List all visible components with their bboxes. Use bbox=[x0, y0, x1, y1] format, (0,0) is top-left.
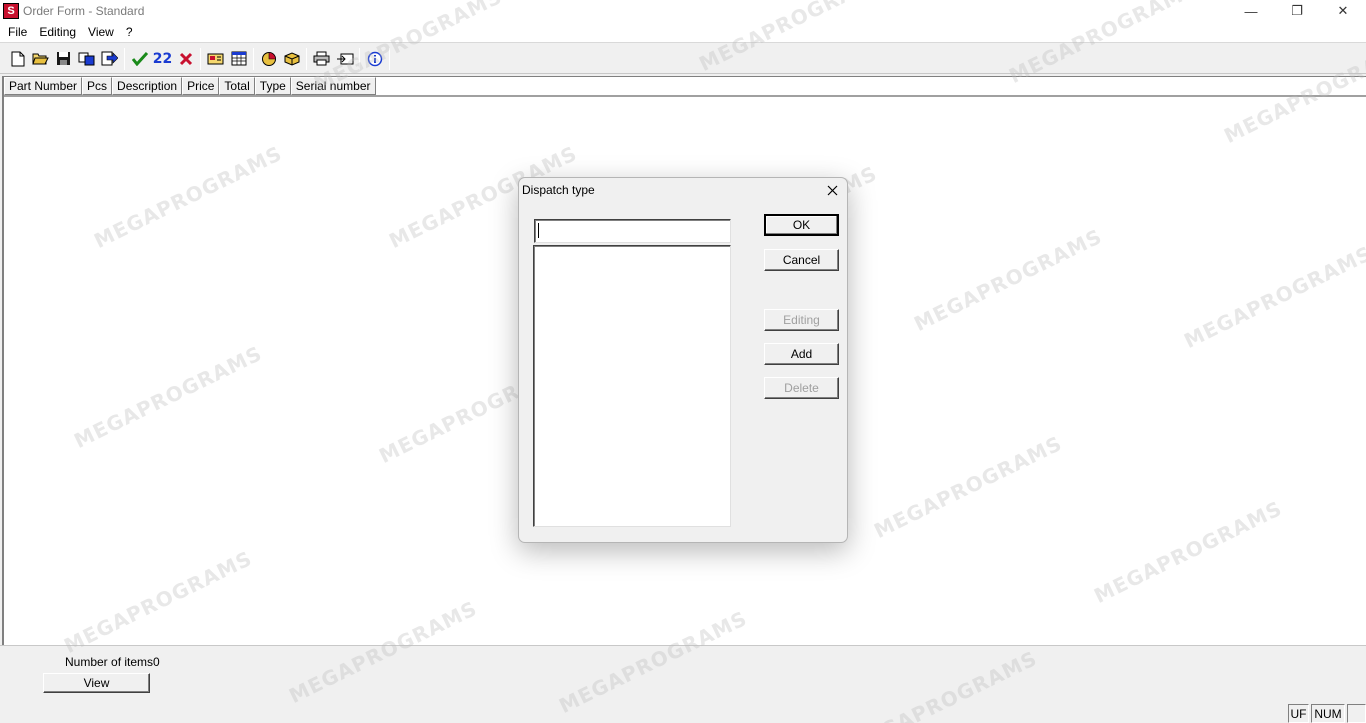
calculator-icon[interactable] bbox=[257, 48, 280, 70]
text-caret bbox=[538, 223, 539, 238]
status-empty bbox=[1347, 704, 1366, 723]
numbering-icon[interactable]: 22 bbox=[151, 48, 174, 70]
minimize-button[interactable]: — bbox=[1228, 0, 1274, 22]
save-icon[interactable] bbox=[52, 48, 75, 70]
table-icon[interactable] bbox=[227, 48, 250, 70]
editing-button[interactable]: Editing bbox=[764, 309, 839, 331]
numbering-label: 22 bbox=[152, 50, 173, 67]
toolbar-separator bbox=[200, 47, 201, 70]
dispatch-type-input[interactable] bbox=[534, 219, 731, 243]
toolbar-separator bbox=[124, 47, 125, 70]
title-bar: S Order Form - Standard — ❐ ✕ bbox=[0, 0, 1366, 22]
menu-help[interactable]: ? bbox=[120, 25, 139, 39]
restore-button[interactable]: ❐ bbox=[1274, 0, 1320, 22]
items-count-value: 0 bbox=[153, 655, 160, 669]
menu-editing[interactable]: Editing bbox=[33, 25, 82, 39]
dispatch-type-list[interactable] bbox=[533, 245, 731, 527]
column-pcs[interactable]: Pcs bbox=[82, 77, 113, 95]
cancel-button[interactable]: Cancel bbox=[764, 249, 839, 271]
menu-file[interactable]: File bbox=[2, 25, 33, 39]
dialog-title: Dispatch type bbox=[522, 183, 595, 197]
new-icon[interactable] bbox=[6, 48, 29, 70]
column-part-number[interactable]: Part Number bbox=[4, 77, 83, 95]
column-total[interactable]: Total bbox=[219, 77, 255, 95]
delete-button[interactable]: Delete bbox=[764, 377, 839, 399]
info-icon[interactable] bbox=[363, 48, 386, 70]
dispatch-type-dialog: Dispatch type OK Cancel Editing Add Dele… bbox=[518, 177, 848, 543]
column-description[interactable]: Description bbox=[112, 77, 183, 95]
view-button[interactable]: View bbox=[43, 673, 150, 693]
menu-view[interactable]: View bbox=[82, 25, 120, 39]
preview-icon[interactable] bbox=[333, 48, 356, 70]
package-icon[interactable] bbox=[280, 48, 303, 70]
toolbar-separator bbox=[389, 47, 390, 70]
toolbar-separator bbox=[306, 47, 307, 70]
toolbar: 22 bbox=[0, 44, 1366, 74]
app-icon: S bbox=[3, 3, 19, 19]
window-title: Order Form - Standard bbox=[23, 4, 145, 18]
header-divider bbox=[4, 95, 1366, 97]
column-type[interactable]: Type bbox=[254, 77, 291, 95]
check-icon[interactable] bbox=[128, 48, 151, 70]
ok-button[interactable]: OK bbox=[764, 214, 839, 236]
dialog-close-icon[interactable] bbox=[823, 180, 841, 200]
card-icon[interactable] bbox=[204, 48, 227, 70]
summary-panel: Number of items 0 View bbox=[0, 645, 1366, 703]
toolbar-separator bbox=[359, 47, 360, 70]
add-button[interactable]: Add bbox=[764, 343, 839, 365]
close-button[interactable]: ✕ bbox=[1320, 0, 1366, 22]
column-serial-number[interactable]: Serial number bbox=[290, 77, 376, 95]
toolbar-separator bbox=[253, 47, 254, 70]
import-icon[interactable] bbox=[98, 48, 121, 70]
menu-bar: File Editing View ? bbox=[0, 22, 1366, 43]
print-icon[interactable] bbox=[310, 48, 333, 70]
export-icon[interactable] bbox=[75, 48, 98, 70]
open-icon[interactable] bbox=[29, 48, 52, 70]
column-header-row: Part Number Pcs Description Price Total … bbox=[4, 77, 1366, 95]
status-bar: UF NUM bbox=[0, 703, 1366, 723]
column-price[interactable]: Price bbox=[182, 77, 220, 95]
window-controls: — ❐ ✕ bbox=[1228, 0, 1366, 22]
items-count-label: Number of items bbox=[65, 655, 154, 669]
status-uf: UF bbox=[1288, 704, 1309, 723]
status-num: NUM bbox=[1311, 704, 1345, 723]
delete-icon[interactable] bbox=[174, 48, 197, 70]
